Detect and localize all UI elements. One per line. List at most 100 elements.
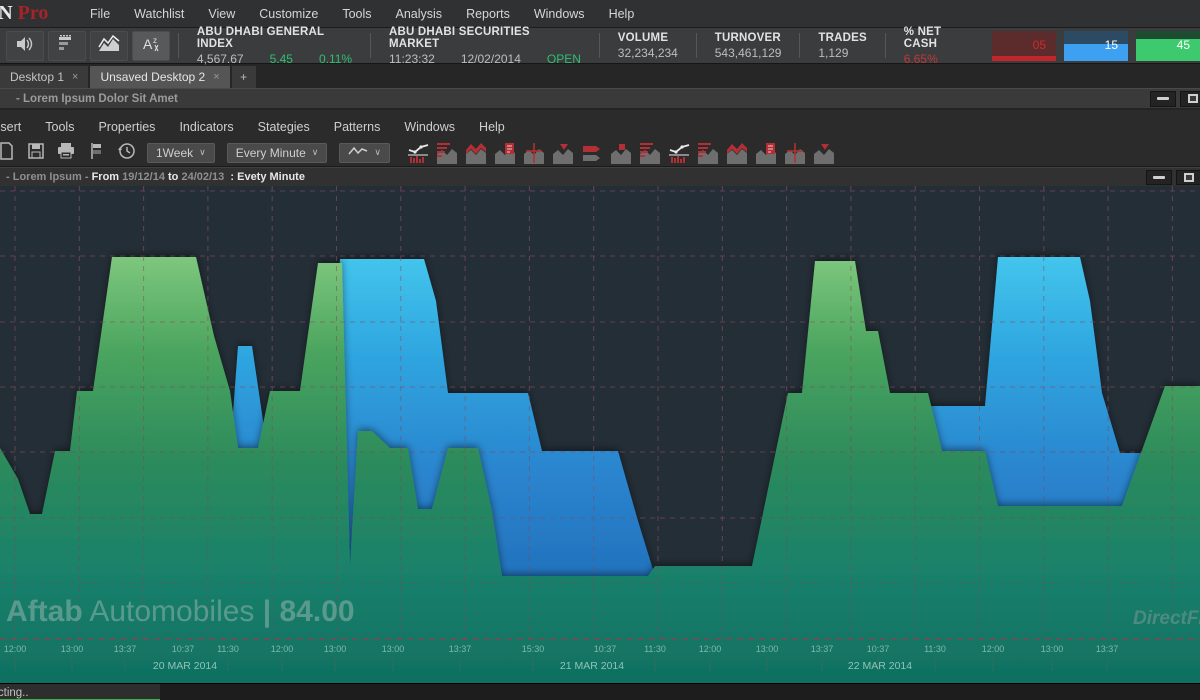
menu-reports[interactable]: Reports [454, 7, 522, 21]
tool-icon-triangle[interactable] [812, 142, 836, 164]
x-axis-time-label: 13:37 [114, 644, 137, 654]
x-axis-time-label: 13:37 [811, 644, 834, 654]
depth-box-box-red[interactable]: 05 [992, 31, 1056, 61]
svg-text:A: A [143, 36, 153, 52]
area-chart-icon [98, 35, 120, 56]
chart-maximize-button[interactable] [1176, 170, 1200, 185]
tool-icon-fibonacci[interactable] [638, 142, 662, 164]
tool-icon-zigzag[interactable] [464, 142, 488, 164]
maximize-button[interactable] [1180, 91, 1200, 107]
translate-icon: Az [140, 34, 162, 57]
chart-header-text: 19/12/14 [122, 171, 165, 183]
tool-icon-fibonacci[interactable] [696, 142, 720, 164]
desktop-tab-desktop-1[interactable]: Desktop 1 × [0, 66, 88, 88]
depth-box-box-green[interactable]: 45 [1136, 31, 1200, 61]
tab-label: Unsaved Desktop 2 [100, 70, 205, 84]
x-axis-time-label: 13:00 [324, 644, 347, 654]
x-axis-time-label: 11:30 [924, 644, 946, 654]
tool-icon-triangle[interactable] [551, 142, 575, 164]
x-axis-time-label: 11:30 [217, 644, 239, 654]
status-bar: Connecting.. [0, 683, 1200, 700]
price-area-chart[interactable]: 12:0013:0013:3710:3711:3012:0013:0013:00… [0, 186, 1200, 683]
infobar-button-watchlist-icon[interactable] [48, 31, 86, 61]
logo-text: FN [0, 2, 13, 24]
menu-watchlist[interactable]: Watchlist [122, 7, 196, 21]
chart-menu-tools[interactable]: Tools [33, 120, 86, 134]
infobar-button-speaker-icon[interactable] [6, 31, 44, 61]
market-info-value: 4,567.67 [197, 52, 244, 66]
minimize-button[interactable] [1150, 91, 1176, 107]
tool-icon-crosshair[interactable] [522, 142, 546, 164]
dropdown-every-minute[interactable]: Every Minute∨ [227, 143, 328, 163]
chart-area[interactable]: 12:0013:0013:3710:3711:3012:0013:0013:00… [0, 186, 1200, 683]
menu-help[interactable]: Help [597, 7, 647, 21]
tool-icon-zigzag[interactable] [725, 142, 749, 164]
chart-minimize-button[interactable] [1146, 170, 1172, 185]
x-axis-time-label: 13:00 [756, 644, 779, 654]
toolbar-print-icon[interactable] [54, 142, 78, 164]
market-info-label: ABU DHABI GENERAL INDEX [197, 26, 352, 50]
app-logo: FN Pro [0, 2, 78, 25]
top-menubar: FN Pro FileWatchlistViewCustomizeToolsAn… [0, 0, 1200, 28]
menu-windows[interactable]: Windows [522, 7, 597, 21]
tab-close-icon[interactable]: × [213, 71, 219, 83]
infobar-button-translate-icon[interactable]: Az [132, 31, 170, 61]
tool-icon-flags[interactable] [580, 142, 604, 164]
tool-icon-fibonacci[interactable] [435, 142, 459, 164]
minimize-icon [1157, 97, 1169, 100]
chart-menu-help[interactable]: Help [467, 120, 517, 134]
tab-close-icon[interactable]: × [72, 71, 78, 83]
x-axis-time-label: 10:37 [867, 644, 890, 654]
menu-view[interactable]: View [196, 7, 247, 21]
depth-box-box-blue[interactable]: 15 [1064, 31, 1128, 61]
menu-tools[interactable]: Tools [330, 7, 383, 21]
tool-icon-crosshair[interactable] [783, 142, 807, 164]
dropdown-1week[interactable]: 1Week∨ [147, 143, 215, 163]
x-axis-time-label: 12:00 [271, 644, 294, 654]
watchlist-icon [57, 35, 77, 56]
tool-icon-square[interactable] [609, 142, 633, 164]
tool-icon-line-volume[interactable] [667, 142, 691, 164]
tool-icon-line-volume[interactable] [406, 142, 430, 164]
tool-icon-note[interactable] [754, 142, 778, 164]
dropdown-label: Every Minute [236, 146, 306, 160]
market-info-value: OPEN [547, 52, 581, 66]
chart-menu-patterns[interactable]: Patterns [322, 120, 393, 134]
minimize-icon [1153, 176, 1165, 179]
market-info-value: 5.45 [270, 52, 293, 66]
toolbar-history-icon[interactable] [114, 142, 138, 164]
chart-menu-windows[interactable]: Windows [392, 120, 467, 134]
new-desktop-tab[interactable]: + [232, 66, 256, 88]
infobar-button-area-chart-icon[interactable] [90, 31, 128, 61]
desktop-tab-unsaved-desktop-2[interactable]: Unsaved Desktop 2 × [90, 66, 229, 88]
chart-header-text: - Lorem Ipsum - [6, 171, 92, 183]
depth-box-strip [992, 56, 1056, 61]
window-titlebar: - Lorem Ipsum Dolor Sit Amet [0, 88, 1200, 110]
separator [178, 33, 179, 58]
chart-menu-insert[interactable]: Insert [0, 120, 33, 134]
menu-analysis[interactable]: Analysis [384, 7, 455, 21]
toolbar-page-icon[interactable] [0, 142, 18, 164]
menu-file[interactable]: File [78, 7, 122, 21]
connection-status: Connecting.. [0, 684, 160, 700]
market-info-value: 11:23:32 [389, 52, 435, 66]
tool-icon-note[interactable] [493, 142, 517, 164]
market-info-value: 543,461,129 [715, 46, 782, 60]
toolbar-flag-icon[interactable] [84, 142, 108, 164]
chart-menu-stategies[interactable]: Stategies [246, 120, 322, 134]
market-infobar: Az ABU DHABI GENERAL INDEX4,567.675.450.… [0, 28, 1200, 64]
toolbar-save-icon[interactable] [24, 142, 48, 164]
separator [599, 33, 600, 58]
separator [370, 33, 371, 58]
chart-menu-indicators[interactable]: Indicators [167, 120, 245, 134]
tab-label: Desktop 1 [10, 70, 64, 84]
market-info-values: 543,461,129 [715, 46, 782, 60]
market-info-values: 11:23:3212/02/2014OPEN [389, 52, 581, 66]
brand-watermark: DirectFN [1133, 608, 1200, 629]
dropdown-chart-type[interactable]: ∨ [339, 143, 390, 163]
red-icon-strip [404, 142, 839, 164]
chart-menu-properties[interactable]: Properties [86, 120, 167, 134]
save-icon [27, 142, 45, 163]
x-axis-date-label: 21 MAR 2014 [560, 660, 624, 672]
menu-customize[interactable]: Customize [247, 7, 330, 21]
